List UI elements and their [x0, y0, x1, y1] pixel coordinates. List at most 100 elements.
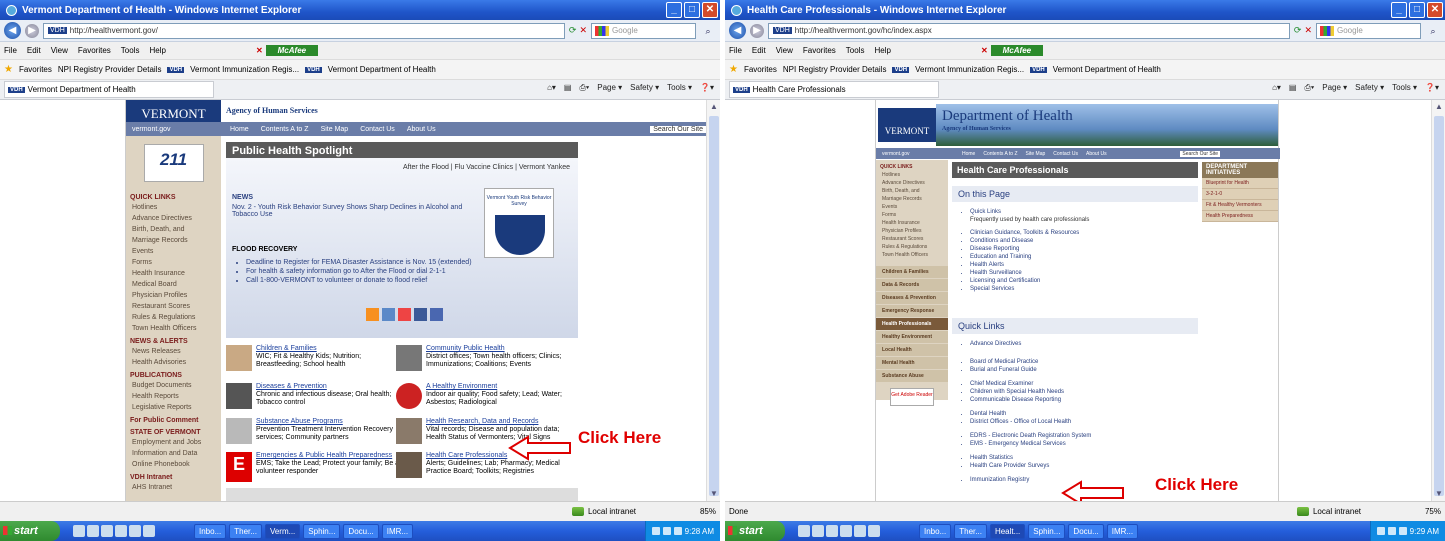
nav-home[interactable]: Home — [230, 126, 249, 133]
ql-main-item[interactable]: Health Care Provider Surveys — [970, 462, 1196, 470]
ql-item[interactable]: Physician Profiles — [876, 227, 948, 235]
nav-home[interactable]: Home — [962, 151, 975, 157]
scroll-up-icon[interactable]: ▲ — [709, 102, 719, 112]
zoom-level[interactable]: 85% — [646, 507, 716, 516]
tools-menu[interactable]: Tools ▾ — [667, 83, 692, 93]
task-sphinx[interactable]: Sphin... — [1028, 523, 1066, 539]
scroll-thumb[interactable] — [709, 116, 719, 496]
grid-link[interactable]: Health Research, Data and Records — [426, 418, 571, 426]
task-vermont[interactable]: Verm... — [264, 523, 301, 539]
section-link[interactable]: Healthy Environment — [876, 331, 948, 343]
yrbs-image[interactable]: Vermont Youth Risk Behavior Survey — [484, 188, 554, 258]
nav-about[interactable]: About Us — [407, 126, 436, 133]
otp-item[interactable]: Quick Links — [970, 208, 1196, 216]
vermont-gov-link[interactable]: vermont.gov — [132, 126, 218, 133]
nav-contents[interactable]: Contents A to Z — [261, 126, 309, 133]
search-go-icon[interactable]: ⌕ — [700, 23, 716, 39]
nav-sitemap[interactable]: Site Map — [321, 126, 349, 133]
home-icon[interactable]: ⌂▾ — [1272, 83, 1281, 93]
safety-menu[interactable]: Safety ▾ — [630, 83, 659, 93]
favorite-link-immunization[interactable]: Vermont Immunization Regis... — [190, 65, 299, 74]
otp-item[interactable]: Licensing and Certification — [970, 277, 1196, 285]
nav-contents[interactable]: Contents A to Z — [983, 151, 1017, 157]
maximize-button[interactable]: □ — [684, 2, 700, 18]
menu-favorites[interactable]: Favorites — [803, 46, 836, 55]
menu-favorites[interactable]: Favorites — [78, 46, 111, 55]
task-health[interactable]: Healt... — [989, 523, 1026, 539]
home-icon[interactable]: ⌂▾ — [547, 83, 556, 93]
share-icon[interactable] — [398, 308, 411, 321]
minimize-button[interactable]: _ — [666, 2, 682, 18]
safety-menu[interactable]: Safety ▾ — [1355, 83, 1384, 93]
section-link[interactable]: Children & Families — [876, 266, 948, 278]
ql-item[interactable]: Rules & Regulations — [876, 243, 948, 251]
ql-item[interactable]: Health Insurance — [876, 219, 948, 227]
task-ther[interactable]: Ther... — [229, 523, 262, 539]
menu-tools[interactable]: Tools — [846, 46, 865, 55]
ql-main-item[interactable]: Chief Medical Examiner — [970, 380, 1196, 388]
tab-active[interactable]: VDH Health Care Professionals — [729, 81, 939, 98]
tray-icon[interactable] — [673, 527, 682, 535]
grid-link[interactable]: Children & Families — [256, 345, 401, 353]
section-link[interactable]: Mental Health — [876, 357, 948, 369]
ql-forms[interactable]: Forms — [126, 257, 221, 268]
state-employment[interactable]: Employment and Jobs — [126, 437, 221, 448]
state-info[interactable]: Information and Data — [126, 448, 221, 459]
feeds-icon[interactable]: ▤ — [1289, 83, 1297, 93]
ql-insurance[interactable]: Health Insurance — [126, 268, 221, 279]
grid-link[interactable]: Substance Abuse Programs — [256, 418, 401, 426]
vdh-intranet-link[interactable]: VDH Intranet — [126, 470, 221, 482]
flickr-icon[interactable] — [430, 308, 443, 321]
print-icon[interactable]: ⎙▾ — [579, 83, 589, 93]
ql-marriage[interactable]: Marriage Records — [126, 235, 221, 246]
quicklaunch-icon[interactable] — [840, 525, 852, 537]
menu-view[interactable]: View — [51, 46, 68, 55]
ahs-intranet-link[interactable]: AHS Intranet — [126, 482, 221, 493]
ql-town[interactable]: Town Health Officers — [126, 323, 221, 334]
ql-birth[interactable]: Birth, Death, and — [126, 224, 221, 235]
quicklaunch-icon[interactable] — [812, 525, 824, 537]
otp-item[interactable]: Clinician Guidance, Toolkits & Resources — [970, 229, 1196, 237]
scroll-thumb[interactable] — [1434, 116, 1444, 496]
flood-item[interactable]: For health & safety information go to Af… — [246, 267, 552, 276]
otp-item[interactable]: Special Services — [970, 285, 1196, 293]
ql-restaurant[interactable]: Restaurant Scores — [126, 301, 221, 312]
menu-help[interactable]: Help — [149, 46, 165, 55]
dept-link[interactable]: 3-2-1-0 — [1202, 189, 1278, 200]
close-button[interactable]: ✕ — [1427, 2, 1443, 18]
start-button[interactable]: start — [0, 521, 60, 541]
vermont-logo[interactable]: VERMONT — [126, 100, 221, 122]
quicklaunch-icon[interactable] — [826, 525, 838, 537]
task-sphinx[interactable]: Sphin... — [303, 523, 341, 539]
mcafee-close-icon[interactable]: ✕ — [981, 46, 988, 55]
start-button[interactable]: start — [725, 521, 785, 541]
ql-rules[interactable]: Rules & Regulations — [126, 312, 221, 323]
news-item-link[interactable]: Nov. 2 - Youth Risk Behavior Survey Show… — [232, 204, 482, 218]
quicklaunch-icon[interactable] — [129, 525, 141, 537]
flood-item[interactable]: Deadline to Register for FEMA Disaster A… — [246, 258, 552, 267]
rss-icon[interactable] — [366, 308, 379, 321]
ql-advance[interactable]: Advance Directives — [126, 213, 221, 224]
section-link[interactable]: Emergency Response — [876, 305, 948, 317]
site-search-button[interactable]: Search Our Site — [650, 125, 706, 133]
site-search-button[interactable]: Search Our Site — [1180, 150, 1220, 157]
menu-file[interactable]: File — [4, 46, 17, 55]
ql-main-item[interactable]: EDRS - Electronic Death Registration Sys… — [970, 432, 1196, 440]
refresh-icon[interactable]: ⟳ — [569, 25, 577, 36]
favorite-link-vdh[interactable]: Vermont Department of Health — [328, 65, 436, 74]
favorites-star-icon[interactable]: ★ — [729, 64, 738, 75]
menu-edit[interactable]: Edit — [27, 46, 41, 55]
vertical-scrollbar[interactable]: ▲ ▼ — [706, 100, 720, 501]
page-menu[interactable]: Page ▾ — [1322, 83, 1347, 93]
nav-sitemap[interactable]: Site Map — [1026, 151, 1046, 157]
grid-link[interactable]: Community Public Health — [426, 345, 571, 353]
ql-main-item[interactable]: Children with Special Health Needs — [970, 388, 1196, 396]
minimize-button[interactable]: _ — [1391, 2, 1407, 18]
ql-item[interactable]: Advance Directives — [876, 179, 948, 187]
nav-about[interactable]: About Us — [1086, 151, 1107, 157]
public-comment-link[interactable]: For Public Comment — [126, 413, 221, 425]
grid-link[interactable]: Diseases & Prevention — [256, 383, 401, 391]
forward-button[interactable]: ▶ — [750, 23, 764, 38]
ql-item[interactable]: Hotlines — [876, 171, 948, 179]
news-releases[interactable]: News Releases — [126, 346, 221, 357]
